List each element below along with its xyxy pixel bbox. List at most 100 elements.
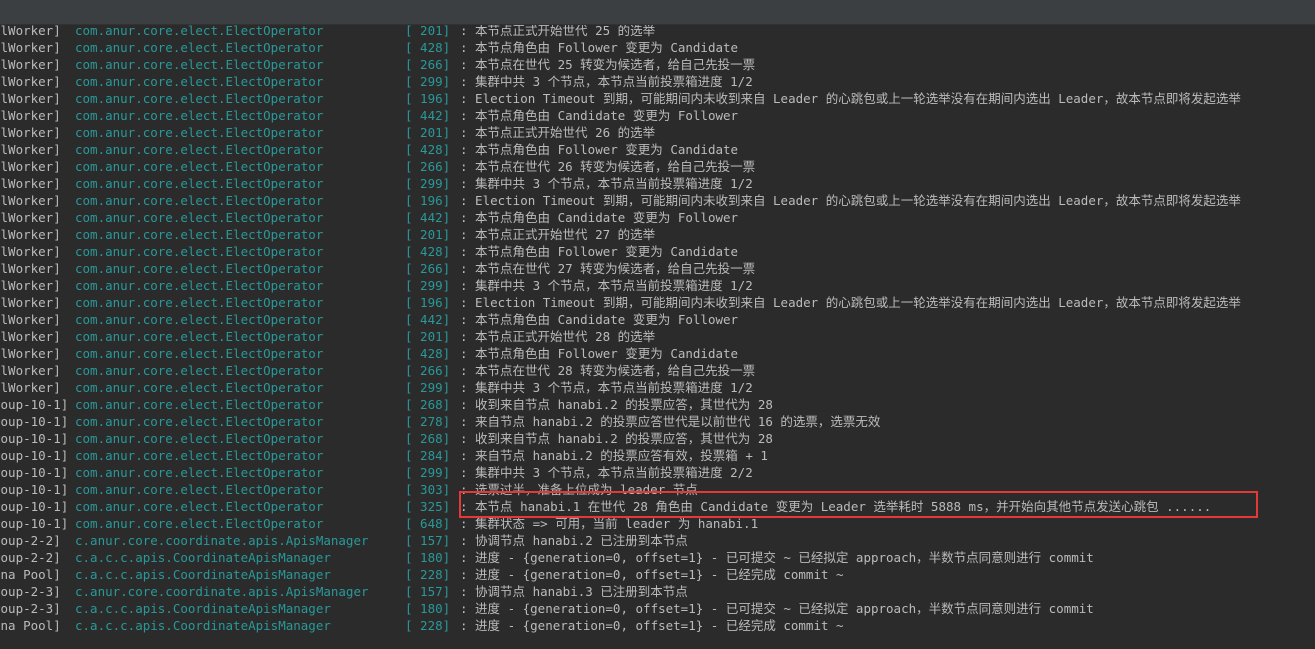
log-message: : Election Timeout 到期，可能期间内未收到来自 Leader …	[460, 295, 1241, 310]
log-thread-name: elWorker]	[0, 91, 61, 106]
log-thread-name: elWorker]	[0, 244, 61, 259]
log-logger-name: com.anur.core.elect.ElectOperator	[75, 227, 324, 242]
log-line: roup-2-2] c.a.c.c.apis.CoordinateApisMana…	[0, 549, 1315, 566]
log-message: : 本节点在世代 25 转变为候选者，给自己先投一票	[460, 57, 756, 72]
log-line-number: [ 428]	[405, 346, 451, 361]
log-line: roup-2-2] c.anur.core.coordinate.apis.Api…	[0, 532, 1315, 549]
log-line-number: [ 157]	[405, 584, 451, 599]
log-thread-name: elWorker]	[0, 40, 61, 55]
log-logger-name: com.anur.core.elect.ElectOperator	[75, 295, 324, 310]
log-thread-name: roup-2-3]	[0, 584, 61, 599]
log-line-number: [ 299]	[405, 74, 451, 89]
log-line: elWorker] com.anur.core.elect.ElectOperat…	[0, 158, 1315, 175]
log-line-number: [ 299]	[405, 380, 451, 395]
log-line-number: [ 228]	[405, 567, 451, 582]
log-message: : 本节点角色由 Follower 变更为 Candidate	[460, 142, 739, 157]
log-line: elWorker] com.anur.core.elect.ElectOperat…	[0, 328, 1315, 345]
log-line-number: [ 325]	[405, 499, 451, 514]
log-logger-name: com.anur.core.elect.ElectOperator	[75, 278, 324, 293]
log-logger-name: com.anur.core.elect.ElectOperator	[75, 244, 324, 259]
log-message: : 进度 - {generation=0, offset=1} - 已可提交 ~…	[460, 550, 1094, 565]
log-line-number: [ 284]	[405, 448, 451, 463]
log-logger-name: com.anur.core.elect.ElectOperator	[75, 397, 324, 412]
log-line: roup-10-1] com.anur.core.elect.ElectOpera…	[0, 447, 1315, 464]
log-thread-name: roup-10-1]	[0, 482, 69, 497]
log-line-number: [ 442]	[405, 312, 451, 327]
log-thread-name: roup-2-2]	[0, 533, 61, 548]
log-thread-name: roup-10-1]	[0, 448, 69, 463]
log-logger-name: com.anur.core.elect.ElectOperator	[75, 414, 324, 429]
log-line: roup-2-3] c.anur.core.coordinate.apis.Api…	[0, 583, 1315, 600]
log-logger-name: com.anur.core.elect.ElectOperator	[75, 57, 324, 72]
log-thread-name: elWorker]	[0, 227, 61, 242]
log-thread-name: roup-10-1]	[0, 414, 69, 429]
log-message: : Election Timeout 到期，可能期间内未收到来自 Leader …	[460, 91, 1241, 106]
log-message: : 集群中共 3 个节点，本节点当前投票箱进度 1/2	[460, 74, 753, 89]
log-thread-name: roup-2-2]	[0, 550, 61, 565]
log-thread-name: elWorker]	[0, 193, 61, 208]
log-line: roup-10-1] com.anur.core.elect.ElectOpera…	[0, 396, 1315, 413]
log-line-number: [ 201]	[405, 125, 451, 140]
log-logger-name: com.anur.core.elect.ElectOperator	[75, 465, 324, 480]
log-thread-name: elWorker]	[0, 57, 61, 72]
log-line-number: [ 180]	[405, 550, 451, 565]
highlight-annotation-box	[459, 491, 1258, 518]
log-thread-name: elWorker]	[0, 312, 61, 327]
log-line: elWorker] com.anur.core.elect.ElectOperat…	[0, 56, 1315, 73]
log-thread-name: elWorker]	[0, 176, 61, 191]
log-logger-name: com.anur.core.elect.ElectOperator	[75, 125, 324, 140]
log-thread-name: elWorker]	[0, 125, 61, 140]
log-line-number: [ 442]	[405, 210, 451, 225]
log-line-number: [ 157]	[405, 533, 451, 548]
log-line-number: [ 266]	[405, 159, 451, 174]
log-logger-name: com.anur.core.elect.ElectOperator	[75, 482, 324, 497]
log-line-number: [ 266]	[405, 261, 451, 276]
log-message: : 本节点正式开始世代 26 的选举	[460, 125, 656, 140]
log-thread-name: ana Pool]	[0, 567, 61, 582]
log-line: elWorker] com.anur.core.elect.ElectOperat…	[0, 294, 1315, 311]
log-logger-name: com.anur.core.elect.ElectOperator	[75, 74, 324, 89]
log-line: elWorker] com.anur.core.elect.ElectOperat…	[0, 39, 1315, 56]
log-thread-name: elWorker]	[0, 261, 61, 276]
log-message: : 进度 - {generation=0, offset=1} - 已经完成 c…	[460, 618, 844, 633]
log-thread-name: elWorker]	[0, 142, 61, 157]
log-message: : 集群中共 3 个节点，本节点当前投票箱进度 1/2	[460, 380, 753, 395]
log-message: : 本节点正式开始世代 27 的选举	[460, 227, 656, 242]
log-thread-name: roup-2-3]	[0, 601, 61, 616]
log-line-number: [ 428]	[405, 244, 451, 259]
log-logger-name: com.anur.core.elect.ElectOperator	[75, 40, 324, 55]
log-message: : 进度 - {generation=0, offset=1} - 已可提交 ~…	[460, 601, 1094, 616]
log-logger-name: com.anur.core.elect.ElectOperator	[75, 108, 324, 123]
log-line-number: [ 201]	[405, 227, 451, 242]
log-message: : 集群中共 3 个节点，本节点当前投票箱进度 2/2	[460, 465, 753, 480]
log-line-number: [ 201]	[405, 329, 451, 344]
log-thread-name: roup-10-1]	[0, 499, 69, 514]
log-logger-name: com.anur.core.elect.ElectOperator	[75, 431, 324, 446]
log-line: elWorker] com.anur.core.elect.ElectOperat…	[0, 107, 1315, 124]
log-thread-name: ana Pool]	[0, 618, 61, 633]
log-line-number: [ 428]	[405, 40, 451, 55]
log-logger-name: com.anur.core.elect.ElectOperator	[75, 142, 324, 157]
log-message: : 集群中共 3 个节点，本节点当前投票箱进度 1/2	[460, 176, 753, 191]
log-logger-name: c.a.c.c.apis.CoordinateApisManager	[75, 601, 331, 616]
console-output[interactable]: elWorker] com.anur.core.elect.ElectOperat…	[0, 22, 1315, 649]
log-thread-name: roup-10-1]	[0, 516, 69, 531]
log-line: elWorker] com.anur.core.elect.ElectOperat…	[0, 90, 1315, 107]
log-line: elWorker] com.anur.core.elect.ElectOperat…	[0, 243, 1315, 260]
log-logger-name: com.anur.core.elect.ElectOperator	[75, 159, 324, 174]
log-line: elWorker] com.anur.core.elect.ElectOperat…	[0, 277, 1315, 294]
log-message: : 协调节点 hanabi.2 已注册到本节点	[460, 533, 688, 548]
log-logger-name: com.anur.core.elect.ElectOperator	[75, 176, 324, 191]
log-message: : 本节点角色由 Candidate 变更为 Follower	[460, 210, 739, 225]
log-message: : 集群中共 3 个节点，本节点当前投票箱进度 1/2	[460, 278, 753, 293]
log-message: : 来自节点 hanabi.2 的投票应答世代是以前世代 16 的选票，选票无效	[460, 414, 881, 429]
log-message: : 本节点角色由 Follower 变更为 Candidate	[460, 244, 739, 259]
log-logger-name: com.anur.core.elect.ElectOperator	[75, 193, 324, 208]
log-line: elWorker] com.anur.core.elect.ElectOperat…	[0, 345, 1315, 362]
log-logger-name: com.anur.core.elect.ElectOperator	[75, 499, 324, 514]
log-message: : 本节点角色由 Follower 变更为 Candidate	[460, 40, 739, 55]
log-message: : 本节点角色由 Follower 变更为 Candidate	[460, 346, 739, 361]
log-message: : 本节点角色由 Candidate 变更为 Follower	[460, 108, 739, 123]
log-line-number: [ 180]	[405, 601, 451, 616]
log-logger-name: c.anur.core.coordinate.apis.ApisManager	[75, 533, 369, 548]
